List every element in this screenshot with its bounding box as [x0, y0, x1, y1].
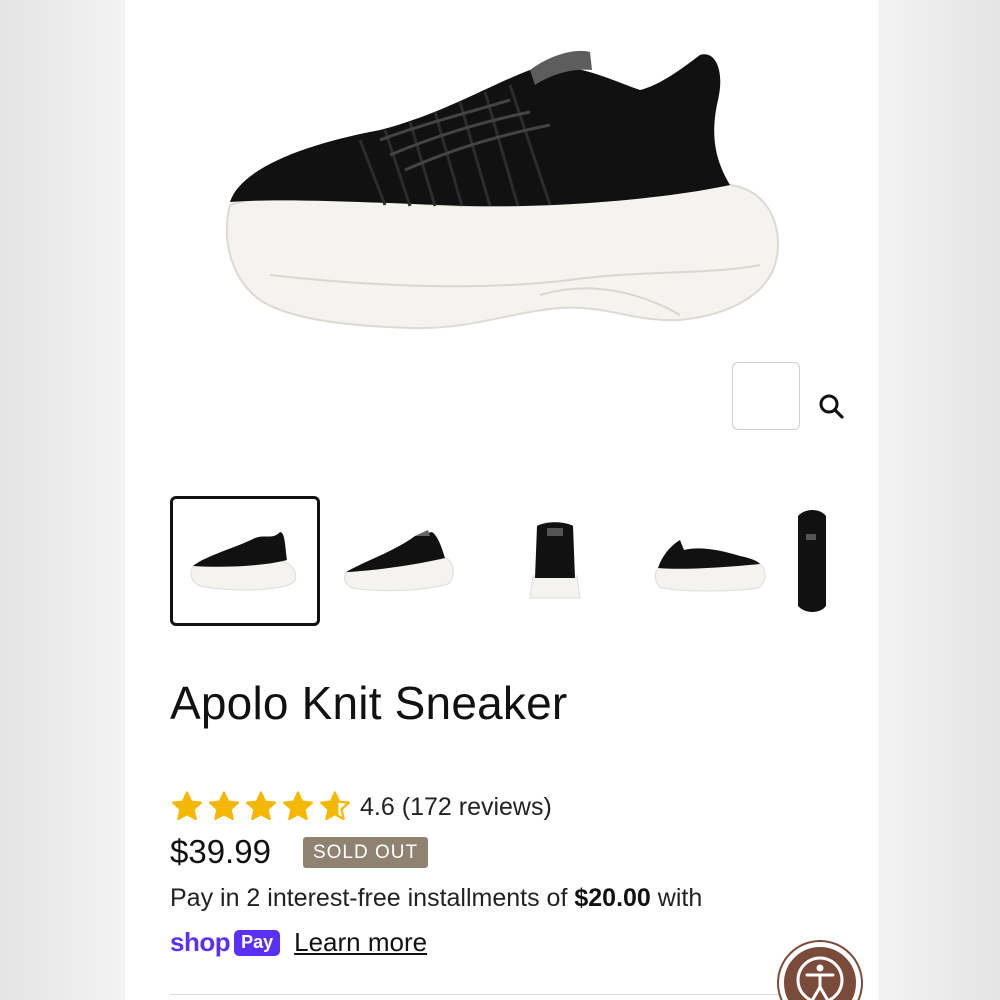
- rating-stars: [170, 790, 352, 824]
- thumbnail-back-view[interactable]: [480, 496, 630, 626]
- sold-out-badge: SOLD OUT: [302, 836, 429, 868]
- search-icon: [819, 394, 844, 419]
- thumbnail-image: [529, 522, 581, 599]
- installments-text: Pay in 2 interest-free installments of $…: [170, 884, 702, 913]
- sneaker-image: [225, 50, 779, 330]
- price-row: $39.99 SOLD OUT: [170, 833, 429, 871]
- installments-prefix: Pay in 2 interest-free installments of: [170, 884, 575, 912]
- product-rating[interactable]: 4.6 (172 reviews): [170, 788, 552, 826]
- accessibility-icon: [796, 956, 844, 1000]
- shop-pay-logo-pay: Pay: [234, 929, 281, 956]
- shop-pay-row: shop Pay Learn more: [170, 927, 427, 958]
- installments-suffix: with: [650, 884, 703, 912]
- review-count-link[interactable]: (172 reviews): [402, 793, 552, 822]
- star-icon: [319, 791, 351, 821]
- star-icon: [282, 791, 314, 821]
- learn-more-link[interactable]: Learn more: [294, 927, 427, 958]
- star-icon: [245, 791, 277, 821]
- thumbnail-side-view[interactable]: [170, 496, 320, 626]
- product-page: Apolo Knit Sneaker 4.6 (172 reviews) $39…: [125, 0, 878, 1000]
- background-right: [878, 0, 1000, 1000]
- thumbnail-profile-view[interactable]: [635, 496, 785, 626]
- shop-pay-logo-shop: shop: [170, 927, 231, 957]
- product-price: $39.99: [170, 833, 271, 870]
- star-icon: [171, 791, 203, 821]
- thumbnail-image: [654, 540, 766, 592]
- product-main-image[interactable]: [125, 0, 878, 460]
- thumbnail-angle-view[interactable]: [325, 496, 475, 626]
- accessibility-button[interactable]: [779, 942, 861, 1000]
- background-left: [0, 0, 125, 1000]
- zoom-button[interactable]: [732, 362, 844, 430]
- thumbnail-image: [190, 532, 297, 591]
- thumbnail-top-view[interactable]: [790, 496, 878, 626]
- star-icon: [208, 791, 240, 821]
- product-title: Apolo Knit Sneaker: [170, 677, 568, 729]
- rating-value: 4.6: [360, 792, 395, 821]
- thumbnail-gallery: [170, 496, 878, 630]
- thumbnail-image: [798, 510, 826, 612]
- installment-amount: $20.00: [574, 884, 651, 912]
- thumbnail-image: [343, 530, 454, 592]
- divider: [170, 994, 790, 995]
